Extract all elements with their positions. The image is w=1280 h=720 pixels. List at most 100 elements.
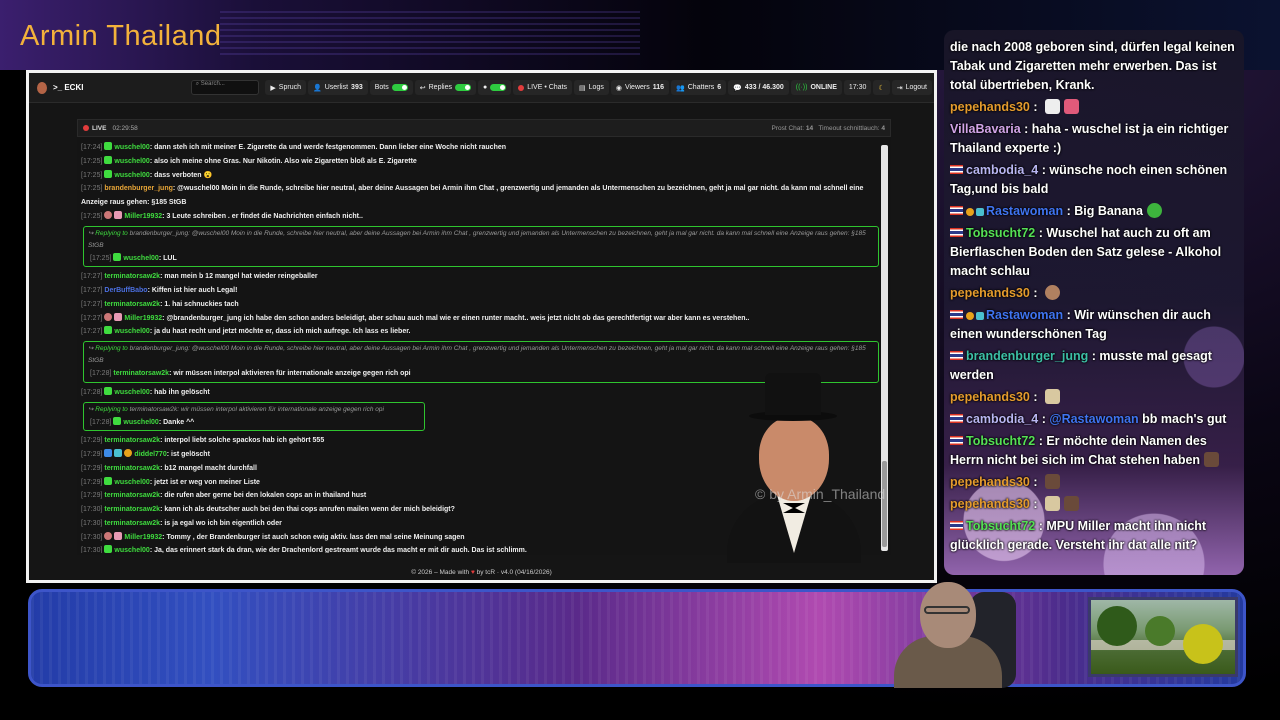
prost-count: 14	[805, 124, 814, 132]
user-badge-icon	[104, 210, 113, 219]
stream-chat-username[interactable]: cambodia_4	[966, 412, 1038, 426]
stream-chat-message: cambodia_4 : wünsche noch einen schönen …	[950, 163, 1228, 196]
stream-chat-message: Rastawoman : Big Banana	[950, 202, 1240, 221]
stream-chat-username[interactable]: cambodia_4	[966, 163, 1038, 177]
viewers-button[interactable]: ◉ Viewers 116	[610, 80, 670, 95]
scrollbar-thumb[interactable]	[882, 461, 887, 547]
message-username[interactable]: wuschel00	[114, 389, 149, 396]
sound-switch[interactable]	[490, 84, 507, 91]
message-username[interactable]: wuschel00	[114, 547, 149, 553]
message-username[interactable]: terminatorsaw2k	[104, 492, 160, 499]
spruch-label: Spruch	[278, 84, 301, 91]
webcam-feed	[890, 580, 1020, 688]
bots-toggle[interactable]: Bots	[369, 80, 413, 95]
stream-chat-message: Rastawoman : Wir wünschen dir auch einen…	[950, 308, 1211, 341]
stream-chat-list: die nach 2008 geboren sind, dürfen legal…	[950, 38, 1240, 558]
message-username[interactable]: wuschel00	[114, 158, 149, 165]
brand[interactable]: >_ ECKI	[29, 81, 191, 94]
message-username[interactable]: terminatorsaw2k	[104, 465, 160, 472]
replies-label: Replies	[428, 84, 452, 91]
live-label: LIVE	[92, 124, 107, 132]
stream-chat-username[interactable]: pepehands30	[950, 390, 1030, 404]
reply-label: Replying to	[95, 345, 128, 352]
stream-chat-username[interactable]: Tobsucht72	[966, 519, 1035, 533]
messages-counter: 💬 433 / 46.300	[728, 80, 789, 95]
spruch-button[interactable]: ▶ Spruch	[265, 80, 306, 95]
chatters-button[interactable]: 👥 Chatters 6	[671, 80, 727, 95]
message-username[interactable]: wuschel00	[123, 255, 158, 262]
message-text: ja du hast recht und jetzt möchte er, da…	[154, 328, 411, 336]
user-badge-icon	[104, 155, 113, 164]
bots-switch[interactable]	[391, 84, 408, 91]
logs-button[interactable]: ▤ Logs	[574, 80, 609, 95]
message-timestamp: [17:25]	[81, 171, 103, 179]
stream-chat-username[interactable]: pepehands30	[950, 100, 1030, 114]
message-username[interactable]: wuschel00	[114, 328, 149, 335]
stream-chat-username[interactable]: pepehands30	[950, 475, 1030, 489]
chat-message: [17:25] wuschel00: also ich meine ohne Gr…	[81, 155, 417, 165]
chat-message: [17:27] terminatorsaw2k: 1. hai schnuckie…	[81, 300, 239, 308]
stream-chat-username[interactable]: Tobsucht72	[966, 226, 1035, 240]
timeout-count: 4	[881, 124, 885, 132]
message-username[interactable]: Miller19932	[124, 315, 162, 322]
sound-icon: ●	[482, 84, 488, 91]
replies-toggle[interactable]: ↩ Replies	[414, 80, 476, 95]
live-chats-label: LIVE • Chats	[527, 84, 568, 91]
timeout-label: Timeout schnittlauch:	[818, 124, 880, 132]
user-icon: 👤	[312, 84, 322, 92]
stream-chat-username[interactable]: VillaBavaria	[950, 122, 1021, 136]
message-username[interactable]: terminatorsaw2k	[104, 520, 160, 527]
message-username[interactable]: terminatorsaw2k	[104, 301, 160, 308]
live-chats-button[interactable]: LIVE • Chats	[513, 80, 573, 95]
user-badge-icon	[104, 449, 113, 457]
message-text: @wuschel00 Moin in die Runde, schreibe h…	[81, 185, 864, 206]
thailand-flag-icon	[950, 521, 963, 530]
message-timestamp: [17:30]	[81, 506, 103, 513]
stream-chat-username[interactable]: brandenburger_jung	[966, 349, 1088, 363]
message-username[interactable]: terminatorsaw2k	[104, 273, 160, 280]
stream-chat-username[interactable]: Tobsucht72	[966, 434, 1035, 448]
clock-time: 17:30	[848, 84, 867, 91]
message-text: die rufen aber gerne bei den lokalen cop…	[164, 492, 367, 500]
logout-button[interactable]: ⇥ Logout	[891, 80, 932, 95]
stream-chat-username[interactable]: Rastawoman	[986, 204, 1063, 218]
chat-message: [17:27] DerBuffBabo: Kiffen ist hier auch…	[81, 287, 238, 294]
message-username[interactable]: wuschel00	[114, 172, 149, 179]
message-username[interactable]: wuschel00	[123, 419, 158, 426]
userlist-button[interactable]: 👤 Userlist 393	[307, 80, 368, 95]
message-text: LUL	[163, 254, 177, 262]
sound-toggle[interactable]: ●	[477, 80, 512, 95]
search-input[interactable]: ⌕ Search...	[190, 80, 260, 95]
message-username[interactable]: terminatorsaw2k	[113, 370, 169, 377]
message-username[interactable]: DerBuffBabo	[104, 287, 147, 294]
emote-icon	[1064, 496, 1079, 511]
stream-chat-text: bb mach's gut	[1138, 412, 1227, 426]
bots-label: Bots	[374, 84, 389, 91]
message-username[interactable]: terminatorsaw2k	[104, 506, 160, 513]
logout-icon: ⇥	[896, 84, 903, 92]
stream-chat-username[interactable]: pepehands30	[950, 286, 1030, 300]
reply-block: ↪ Replying to brandenburger_jung: @wusch…	[83, 225, 879, 268]
message-timestamp: [17:27]	[81, 328, 103, 336]
viewers-count: 116	[652, 84, 665, 91]
brand-label: >_ ECKI	[53, 83, 84, 92]
message-username[interactable]: terminatorsaw2k	[104, 437, 160, 444]
message-username[interactable]: diddel770	[134, 451, 166, 458]
message-username[interactable]: wuschel00	[114, 479, 149, 486]
stream-chat-username[interactable]: pepehands30	[950, 497, 1030, 511]
replies-switch[interactable]	[454, 84, 471, 91]
message-username[interactable]: wuschel00	[114, 144, 149, 151]
emote-icon	[1064, 99, 1079, 114]
reply-text: brandenburger_jung: @wuschel00 Moin in d…	[88, 345, 866, 364]
chat-message: [17:28] wuschel00: Danke ^^	[90, 416, 195, 426]
footer-prefix: © 2026 – Made with	[411, 569, 470, 576]
message-text: @brandenburger_jung ich habe den schon a…	[166, 314, 750, 322]
message-username[interactable]: Miller19932	[124, 213, 162, 220]
message-username[interactable]: Miller19932	[124, 534, 162, 541]
theme-toggle[interactable]: ☾	[873, 80, 890, 95]
emote-icon	[1045, 389, 1060, 404]
message-username[interactable]: brandenburger_jung	[104, 185, 172, 192]
stream-chat-username[interactable]: Rastawoman	[986, 308, 1063, 322]
userlist-label: Userlist	[324, 84, 349, 91]
user-badge-icon	[104, 312, 113, 321]
